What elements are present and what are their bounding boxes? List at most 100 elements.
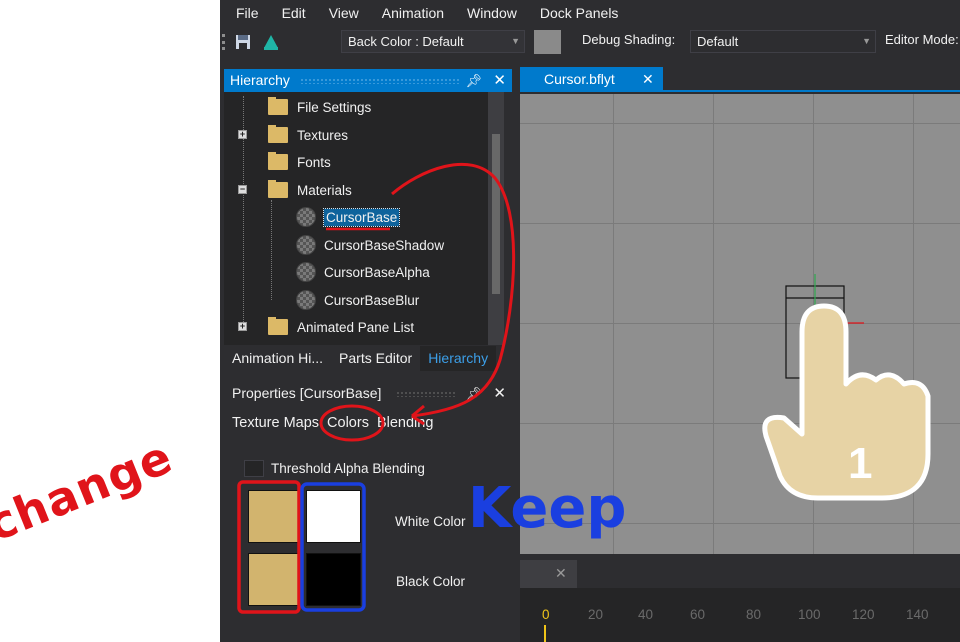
- material-icon: [296, 207, 316, 227]
- chevron-down-icon: ▼: [862, 36, 871, 46]
- tree-item-label: Animated Pane List: [297, 319, 415, 335]
- menubar: File Edit View Animation Window Dock Pan…: [220, 0, 960, 26]
- document-tab-strip: Cursor.bflyt ✕: [520, 67, 960, 92]
- header-grip: [396, 391, 456, 397]
- tree-item-cursorbase[interactable]: CursorBase: [296, 206, 401, 228]
- toolbar-grip[interactable]: [222, 34, 225, 50]
- timeline-tick: 140: [906, 607, 929, 622]
- chevron-down-icon: ▼: [511, 36, 520, 46]
- pin-icon[interactable]: 📌︎: [465, 382, 482, 405]
- timeline-tick: 40: [638, 607, 654, 622]
- document-tab-label: Cursor.bflyt: [544, 71, 615, 87]
- tree-item-label: CursorBaseShadow: [324, 237, 445, 253]
- expand-icon[interactable]: +: [238, 322, 247, 331]
- black-color-swatch-right[interactable]: [306, 553, 361, 606]
- annotation-keep-text: Keep: [468, 476, 627, 541]
- timeline-ruler[interactable]: 0 20 40 60 80 100 120 140: [520, 588, 960, 642]
- folder-icon: [268, 97, 288, 115]
- tree-item-textures[interactable]: Textures: [268, 124, 348, 146]
- tree-item-label: File Settings: [297, 99, 372, 115]
- save-icon[interactable]: [234, 33, 252, 51]
- menu-view[interactable]: View: [329, 5, 359, 21]
- menu-dock-panels[interactable]: Dock Panels: [540, 5, 619, 21]
- properties-title: Properties [CursorBase]: [232, 385, 382, 401]
- white-color-label: White Color: [395, 514, 466, 529]
- timeline-tick: 20: [588, 607, 604, 622]
- properties-tabs: Texture Maps Colors Blending: [224, 410, 512, 436]
- tree-scrollbar[interactable]: [488, 92, 504, 345]
- debug-shading-value: Default: [697, 34, 739, 49]
- tree-item-label: CursorBaseBlur: [324, 292, 420, 308]
- tree-item-label: CursorBaseAlpha: [324, 264, 430, 280]
- playhead[interactable]: [544, 625, 546, 642]
- tab-parts-editor[interactable]: Parts Editor: [331, 346, 420, 371]
- tree-item-materials[interactable]: Materials: [268, 179, 352, 201]
- timeline-tick: 100: [798, 607, 821, 622]
- back-color-dropdown[interactable]: Back Color : Default ▼: [341, 30, 525, 53]
- debug-shading-dropdown[interactable]: Default ▼: [690, 30, 876, 53]
- editor-mode-label: Editor Mode:: [885, 32, 959, 47]
- tab-colors[interactable]: Colors: [327, 415, 369, 431]
- timeline-tick: 0: [542, 607, 550, 622]
- menu-file[interactable]: File: [236, 5, 259, 21]
- folder-icon: [268, 180, 288, 198]
- back-color-value: Back Color : Default: [348, 34, 464, 49]
- debug-shading-label: Debug Shading:: [582, 32, 676, 47]
- hierarchy-tree: File Settings + Textures Fonts − Materia…: [224, 92, 494, 345]
- menu-animation[interactable]: Animation: [382, 5, 444, 21]
- timeline-tab[interactable]: ✕: [520, 560, 577, 588]
- tree-item-label: CursorBase: [322, 207, 401, 227]
- editor-window: File Edit View Animation Window Dock Pan…: [220, 0, 960, 642]
- tab-texture-maps[interactable]: Texture Maps: [232, 415, 319, 431]
- collapse-icon[interactable]: −: [238, 185, 247, 194]
- tree-item-animated-pane-list[interactable]: Animated Pane List: [268, 316, 414, 338]
- close-icon[interactable]: ✕: [493, 382, 506, 405]
- tree-item-label: Textures: [297, 127, 349, 143]
- white-color-swatch-left[interactable]: [248, 490, 303, 543]
- close-icon[interactable]: ✕: [555, 565, 567, 582]
- tab-animation-hierarchy[interactable]: Animation Hi...: [224, 346, 331, 371]
- timeline-tick: 60: [690, 607, 706, 622]
- folder-icon: [268, 317, 288, 335]
- back-color-swatch[interactable]: [534, 30, 561, 54]
- play-icon[interactable]: [262, 33, 280, 51]
- cursor-number: 1: [848, 439, 872, 488]
- threshold-alpha-label: Threshold Alpha Blending: [271, 461, 425, 476]
- tree-item-cursorbasealpha[interactable]: CursorBaseAlpha: [296, 261, 430, 283]
- tree-item-cursorbaseblur[interactable]: CursorBaseBlur: [296, 289, 419, 311]
- hierarchy-panel-header[interactable]: Hierarchy 📌︎ ✕: [224, 69, 512, 92]
- white-color-swatch-right[interactable]: [306, 490, 361, 543]
- hierarchy-title: Hierarchy: [230, 72, 290, 88]
- timeline-tick: 80: [746, 607, 762, 622]
- tree-guide: [271, 200, 272, 300]
- material-icon: [296, 290, 316, 310]
- left-panel-tabs: Animation Hi... Parts Editor Hierarchy: [224, 346, 512, 371]
- folder-icon: [268, 125, 288, 143]
- pin-icon[interactable]: 📌︎: [465, 69, 482, 92]
- hand-cursor-icon: [762, 303, 931, 501]
- tree-item-file-settings[interactable]: File Settings: [268, 96, 371, 118]
- folder-icon: [268, 152, 288, 170]
- scrollbar-thumb[interactable]: [492, 134, 500, 294]
- close-icon[interactable]: ✕: [642, 67, 654, 92]
- timeline-tab-strip: ✕: [520, 560, 960, 588]
- threshold-alpha-checkbox[interactable]: [244, 460, 264, 477]
- black-color-label: Black Color: [396, 574, 466, 589]
- menu-window[interactable]: Window: [467, 5, 517, 21]
- tree-item-fonts[interactable]: Fonts: [268, 151, 331, 173]
- properties-panel-header[interactable]: Properties [CursorBase] 📌︎ ✕: [224, 382, 512, 405]
- tree-item-cursorbaseshadow[interactable]: CursorBaseShadow: [296, 234, 444, 256]
- tree-item-label: Fonts: [297, 154, 331, 170]
- material-icon: [296, 235, 316, 255]
- expand-icon[interactable]: +: [238, 130, 247, 139]
- tab-cursor-bflyt[interactable]: Cursor.bflyt ✕: [520, 67, 663, 92]
- tab-blending[interactable]: Blending: [377, 415, 433, 431]
- menu-edit[interactable]: Edit: [282, 5, 306, 21]
- material-icon: [296, 262, 316, 282]
- tab-hierarchy[interactable]: Hierarchy: [420, 346, 497, 371]
- black-color-swatch-left[interactable]: [248, 553, 303, 606]
- close-icon[interactable]: ✕: [493, 69, 506, 92]
- annotation-change-text: change: [0, 429, 180, 552]
- toolbar: Back Color : Default ▼ Debug Shading: De…: [220, 26, 960, 58]
- timeline-tick: 120: [852, 607, 875, 622]
